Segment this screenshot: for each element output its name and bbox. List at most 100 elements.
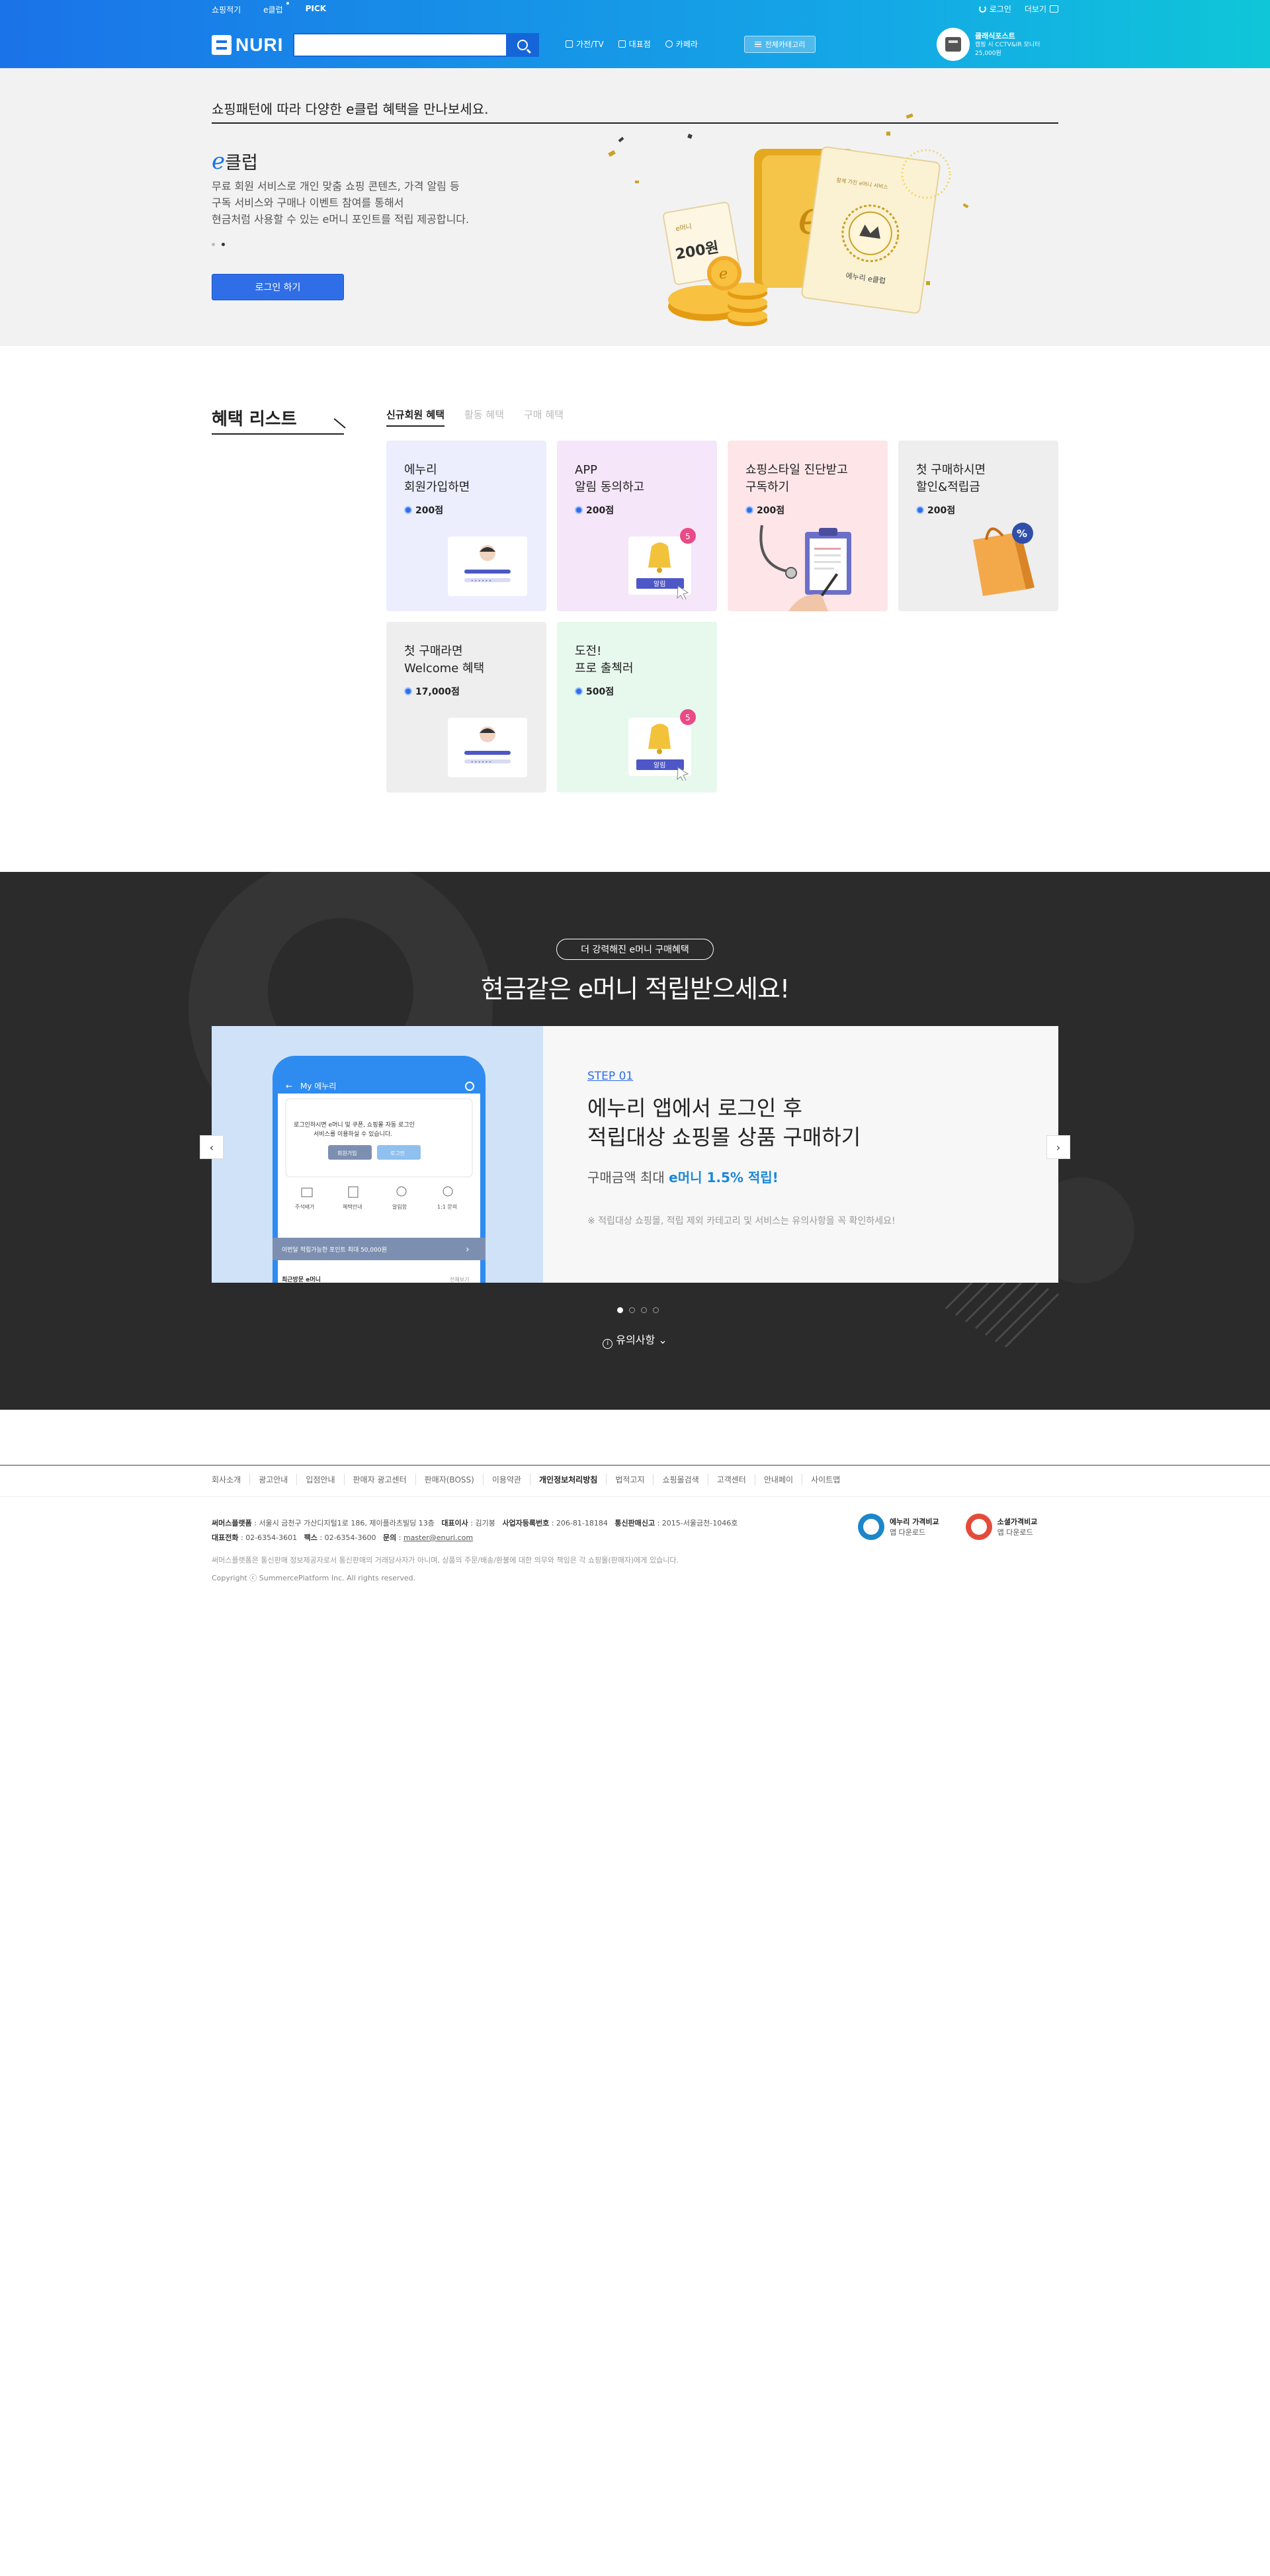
benefit-card-first-purchase[interactable]: 첫 구매하시면 할인&적립금 200점 %: [898, 441, 1058, 611]
benefit-card-signup[interactable]: 에누리 회원가입하면 200점 • • • • • •: [386, 441, 546, 611]
benefit-card-attendance[interactable]: 도전! 프로 출첵러 500점 알림 5: [557, 622, 717, 793]
benefit-card-points: 200점: [575, 503, 614, 517]
category-link-store-label: 대표점: [628, 40, 651, 49]
enuri-app-icon: [858, 1514, 884, 1540]
benefit-card-welcome[interactable]: 첫 구매라면 Welcome 혜택 17,000점 • • • • • •: [386, 622, 546, 793]
slide-heading: 에누리 앱에서 로그인 후 적립대상 쇼핑몰 상품 구매하기: [587, 1094, 984, 1152]
footer-link[interactable]: 판매자 광고센터: [343, 1474, 415, 1485]
slide-dot[interactable]: [641, 1307, 647, 1313]
promo-badge: 더 강력해진 e머니 구매혜택: [556, 939, 714, 960]
phone-bar: 이번달 적립가능한 포인트 최대 50,000원: [282, 1246, 387, 1254]
slide-subtitle-prefix: 구매금액 최대: [587, 1170, 669, 1185]
all-category-button[interactable]: 전체카테고리: [744, 36, 816, 53]
benefit-card-points-value: 500점: [586, 687, 614, 697]
phone-signup-btn: 회원가입: [337, 1150, 357, 1156]
search-input[interactable]: [293, 33, 506, 57]
footer-link[interactable]: 광고안내: [249, 1474, 296, 1485]
promo-title: 현금같은 e머니 적립받으세요!: [480, 974, 790, 1004]
phone-menu-item: 1:1 문의: [437, 1203, 457, 1210]
login-link-label: 로그인: [989, 5, 1011, 14]
benefit-card-app-notify[interactable]: APP 알림 동의하고 200점 알림 5: [557, 441, 717, 611]
footer-link[interactable]: 고객센터: [707, 1474, 755, 1485]
mail-link[interactable]: master@enuri.com: [403, 1533, 473, 1542]
slide-next-button[interactable]: ›: [1046, 1135, 1070, 1159]
slide-dot[interactable]: [653, 1307, 659, 1313]
benefit-card-points-value: 17,000점: [415, 687, 460, 697]
tab-purchase[interactable]: 구매 혜택: [524, 408, 564, 427]
app-title: 소셜가격비교: [997, 1518, 1038, 1526]
app-download-enuri[interactable]: 에누리 가격비교 앱 다운로드: [858, 1514, 939, 1540]
benefit-card-points-value: 200점: [415, 505, 444, 516]
header-promo[interactable]: 클래식포스트 캠핑 시 CCTV&IR 모니터 25,000원: [937, 28, 1040, 61]
menu-icon: [754, 42, 761, 47]
benefit-card-points: 500점: [575, 685, 614, 698]
benefit-title-arrow: [212, 433, 344, 435]
footer-link[interactable]: 쇼핑몰검색: [653, 1474, 707, 1485]
promo-slide: ← My 에누리 로그인하시면 e머니 및 쿠폰, 쇼핑몰 자동 로그인 서비스…: [212, 1026, 1058, 1283]
utility-nav: 쇼핑적기 e클럽 PICK: [212, 2, 326, 15]
phone-menu-item: 혜택안내: [343, 1203, 362, 1210]
point-coin-icon: [745, 506, 753, 514]
bell-notification-icon: 알림 5: [628, 528, 696, 599]
hero-login-button[interactable]: 로그인 하기: [212, 274, 344, 300]
category-link-tv-label: 가전/TV: [576, 40, 604, 49]
biz-number: 206-81-18184: [556, 1519, 608, 1527]
sale-label: 통신판매신고: [614, 1519, 656, 1527]
login-link[interactable]: 로그인: [978, 3, 1011, 15]
more-link-label: 더보기: [1024, 5, 1046, 14]
utility-link-eclub[interactable]: e클럽: [263, 2, 289, 15]
notice-toggle[interactable]: i 유의사항 ⌄: [0, 1331, 1270, 1349]
benefit-tabs: 신규회원 혜택 활동 혜택 구매 혜택: [386, 408, 564, 427]
site-logo[interactable]: NURI: [212, 34, 283, 56]
slide-dot[interactable]: [629, 1307, 635, 1313]
more-link[interactable]: 더보기: [1025, 3, 1058, 15]
search-bar: [293, 33, 539, 57]
benefit-card-title: 도전! 프로 출첵러: [575, 644, 634, 675]
ceo-name: 김기봉: [475, 1519, 495, 1527]
footer-link[interactable]: 입점안내: [296, 1474, 343, 1485]
category-link-tv[interactable]: 가전/TV: [566, 38, 604, 50]
footer-link[interactable]: 회사소개: [212, 1474, 249, 1485]
shopping-bag-icon: %: [973, 523, 1035, 596]
slide-dot-active[interactable]: [617, 1307, 623, 1313]
utility-link-pick[interactable]: PICK: [306, 4, 326, 15]
hero-dot-active[interactable]: [222, 243, 225, 246]
footer-notice: 써머스플랫폼은 통신판매 정보제공자로서 통신판매의 거래당사자가 아니며, 상…: [212, 1556, 679, 1565]
hero-desc-line: 현금처럼 사용할 수 있는 e머니 포인트를 적립 제공합니다.: [212, 213, 470, 226]
fax-label: 팩스: [304, 1533, 318, 1542]
benefit-card-title: 첫 구매라면 Welcome 혜택: [404, 644, 485, 675]
footer-divider-thin: [0, 1496, 1270, 1497]
footer-link[interactable]: 법적고지: [606, 1474, 653, 1485]
company-name: 써머스플랫폼: [212, 1519, 252, 1527]
search-button[interactable]: [506, 33, 539, 57]
company-address: 서울시 금천구 가산디지털1로 186, 제이플라츠빌딩 13층: [259, 1519, 435, 1527]
benefit-card-style-test[interactable]: 쇼핑스타일 진단받고 구독하기 200점: [728, 441, 888, 611]
new-dot-icon: [286, 2, 289, 5]
hero-desc-line: 무료 회원 서비스로 개인 맞춤 쇼핑 콘텐츠, 가격 알림 등: [212, 180, 460, 193]
point-coin-icon: [404, 506, 412, 514]
emoney-promo-section: 더 강력해진 e머니 구매혜택 현금같은 e머니 적립받으세요! ← My 에누…: [0, 872, 1270, 1410]
tab-activity[interactable]: 활동 혜택: [464, 408, 504, 427]
hero-pagination: [212, 243, 225, 246]
app-phone-mockup: ← My 에누리 로그인하시면 e머니 및 쿠폰, 쇼핑몰 자동 로그인 서비스…: [273, 1056, 486, 1283]
bell-notification-icon: 알림 5: [628, 709, 696, 781]
app-download-social[interactable]: 소셜가격비교 앱 다운로드: [965, 1514, 1038, 1540]
slide-prev-button[interactable]: ‹: [200, 1135, 224, 1159]
benefit-card-title: 첫 구매하시면 할인&적립금: [916, 463, 986, 494]
hero-dot[interactable]: [212, 243, 215, 246]
utility-link-shopping[interactable]: 쇼핑적기: [212, 4, 241, 15]
footer-link-privacy[interactable]: 개인정보처리방침: [529, 1474, 606, 1485]
hero-title-rest: 클럽: [225, 153, 258, 173]
footer-link[interactable]: 사이트맵: [802, 1474, 849, 1485]
footer-link[interactable]: 판매자(BOSS): [415, 1474, 483, 1485]
notice-label: 유의사항: [616, 1334, 656, 1346]
tel-label: 대표전화: [212, 1533, 239, 1542]
footer-link[interactable]: 안내페이: [754, 1474, 802, 1485]
category-link-store[interactable]: 대표점: [618, 38, 651, 50]
search-icon: [517, 40, 528, 50]
footer-link[interactable]: 이용약관: [482, 1474, 530, 1485]
tab-new-member[interactable]: 신규회원 혜택: [386, 408, 445, 427]
svg-text:• • • • • •: • • • • • •: [471, 760, 491, 765]
promo-price: 25,000원: [975, 50, 1001, 57]
category-link-cafe[interactable]: 카페라: [665, 38, 698, 50]
